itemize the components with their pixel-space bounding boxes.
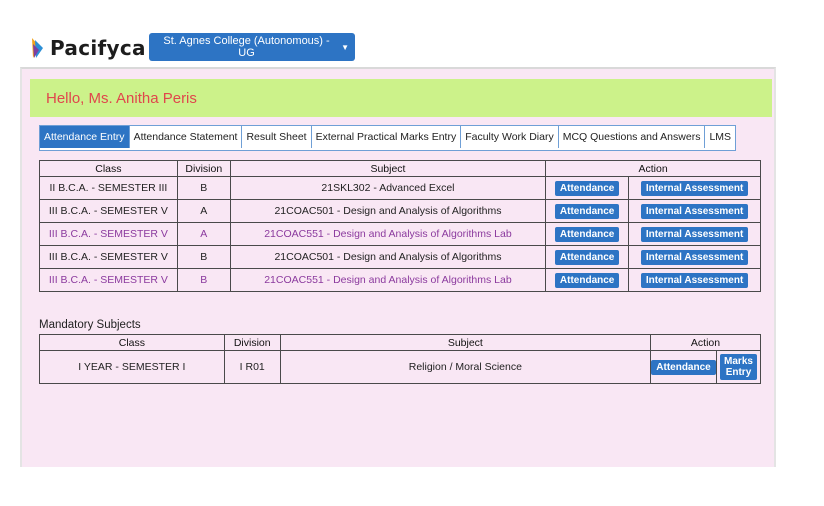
internal-assessment-button[interactable]: Internal Assessment	[640, 180, 749, 196]
table-header-row: Class Division Subject Action	[39, 160, 761, 177]
tab-faculty-work-diary[interactable]: Faculty Work Diary	[461, 126, 559, 148]
row-division: B	[176, 268, 231, 292]
internal-assessment-button[interactable]: Internal Assessment	[640, 226, 749, 242]
marks-entry-button[interactable]: Marks Entry	[720, 354, 757, 380]
greeting-text: Hello, Ms. Anitha Peris	[46, 89, 197, 107]
tab-attendance-statement[interactable]: Attendance Statement	[129, 126, 243, 148]
row-attendance-cell: Attendance	[545, 222, 630, 246]
attendance-button[interactable]: Attendance	[554, 226, 620, 242]
table-header-row: Class Division Subject Action	[39, 334, 761, 351]
internal-assessment-button[interactable]: Internal Assessment	[640, 249, 749, 265]
row-internal-cell: Internal Assessment	[628, 245, 761, 269]
attendance-button[interactable]: Attendance	[554, 203, 620, 219]
table-row: III B.C.A. - SEMESTER V B 21COAC501 - De…	[39, 245, 761, 269]
column-header-action: Action	[545, 160, 761, 177]
row-attendance-cell: Attendance	[545, 268, 630, 292]
row-attendance-cell: Attendance	[545, 245, 630, 269]
row-subject: 21COAC551 - Design and Analysis of Algor…	[229, 268, 547, 292]
chevron-down-icon: ▼	[341, 42, 349, 52]
marks-entry-label-line1: Marks	[724, 356, 753, 367]
attendance-button[interactable]: Attendance	[651, 359, 716, 375]
attendance-button[interactable]: Attendance	[554, 180, 620, 196]
logo-text: Pacifyca	[50, 36, 146, 60]
tab-result-sheet[interactable]: Result Sheet	[242, 126, 312, 148]
tab-bar: Attendance Entry Attendance Statement Re…	[39, 125, 737, 151]
row-subject: Religion / Moral Science	[279, 350, 652, 384]
internal-assessment-button[interactable]: Internal Assessment	[640, 203, 749, 219]
attendance-button[interactable]: Attendance	[554, 272, 620, 288]
row-class: III B.C.A. - SEMESTER V	[39, 245, 178, 269]
row-attendance-cell: Attendance	[650, 350, 717, 384]
row-marks-cell: Marks Entry	[715, 350, 762, 384]
row-division: B	[176, 245, 231, 269]
row-class: III B.C.A. - SEMESTER V	[39, 222, 178, 246]
row-class: III B.C.A. - SEMESTER V	[39, 199, 178, 223]
logo-icon	[32, 38, 43, 58]
row-internal-cell: Internal Assessment	[628, 222, 761, 246]
row-class: III B.C.A. - SEMESTER V	[39, 268, 178, 292]
column-header-action: Action	[650, 334, 761, 351]
row-subject: 21COAC501 - Design and Analysis of Algor…	[229, 199, 547, 223]
column-header-subject: Subject	[279, 334, 652, 351]
table-row: III B.C.A. - SEMESTER V B 21COAC551 - De…	[39, 268, 761, 292]
college-selector-label: St. Agnes College (Autonomous) - UG	[163, 35, 330, 59]
column-header-subject: Subject	[229, 160, 547, 177]
row-subject: 21COAC501 - Design and Analysis of Algor…	[229, 245, 547, 269]
row-internal-cell: Internal Assessment	[628, 199, 761, 223]
tab-external-practical-marks-entry[interactable]: External Practical Marks Entry	[311, 126, 462, 148]
top-header: Pacifyca St. Agnes College (Autonomous) …	[0, 0, 824, 68]
row-division: A	[176, 222, 231, 246]
column-header-class: Class	[39, 334, 225, 351]
row-attendance-cell: Attendance	[545, 199, 630, 223]
table-row: III B.C.A. - SEMESTER V A 21COAC551 - De…	[39, 222, 761, 246]
tab-attendance-entry[interactable]: Attendance Entry	[40, 126, 130, 148]
table-row: III B.C.A. - SEMESTER V A 21COAC501 - De…	[39, 199, 761, 223]
row-division: B	[176, 176, 231, 200]
row-internal-cell: Internal Assessment	[628, 268, 761, 292]
greeting-bar: Hello, Ms. Anitha Peris	[30, 79, 772, 117]
subjects-table: Class Division Subject Action II B.C.A. …	[39, 160, 761, 292]
row-class: I YEAR - SEMESTER I	[39, 350, 225, 384]
college-selector-button[interactable]: St. Agnes College (Autonomous) - UG ▼	[149, 33, 355, 61]
mandatory-subjects-table: Class Division Subject Action I YEAR - S…	[39, 334, 762, 384]
row-division: A	[176, 199, 231, 223]
row-subject: 21COAC551 - Design and Analysis of Algor…	[229, 222, 547, 246]
tab-lms[interactable]: LMS	[705, 126, 736, 148]
main-panel: Hello, Ms. Anitha Peris Attendance Entry…	[20, 67, 776, 467]
column-header-class: Class	[39, 160, 178, 177]
pacifyca-logo[interactable]: Pacifyca	[30, 33, 146, 63]
mandatory-subjects-title: Mandatory Subjects	[39, 319, 141, 331]
row-subject: 21SKL302 - Advanced Excel	[229, 176, 547, 200]
tab-mcq-questions-and-answers[interactable]: MCQ Questions and Answers	[558, 126, 706, 148]
table-row: II B.C.A. - SEMESTER III B 21SKL302 - Ad…	[39, 176, 761, 200]
attendance-button[interactable]: Attendance	[554, 249, 620, 265]
row-division: I R01	[223, 350, 281, 384]
internal-assessment-button[interactable]: Internal Assessment	[640, 272, 749, 288]
row-class: II B.C.A. - SEMESTER III	[39, 176, 178, 200]
column-header-division: Division	[176, 160, 231, 177]
table-row: I YEAR - SEMESTER I I R01 Religion / Mor…	[39, 350, 762, 384]
row-attendance-cell: Attendance	[545, 176, 630, 200]
row-internal-cell: Internal Assessment	[628, 176, 761, 200]
column-header-division: Division	[223, 334, 281, 351]
marks-entry-label-line2: Entry	[725, 367, 752, 378]
